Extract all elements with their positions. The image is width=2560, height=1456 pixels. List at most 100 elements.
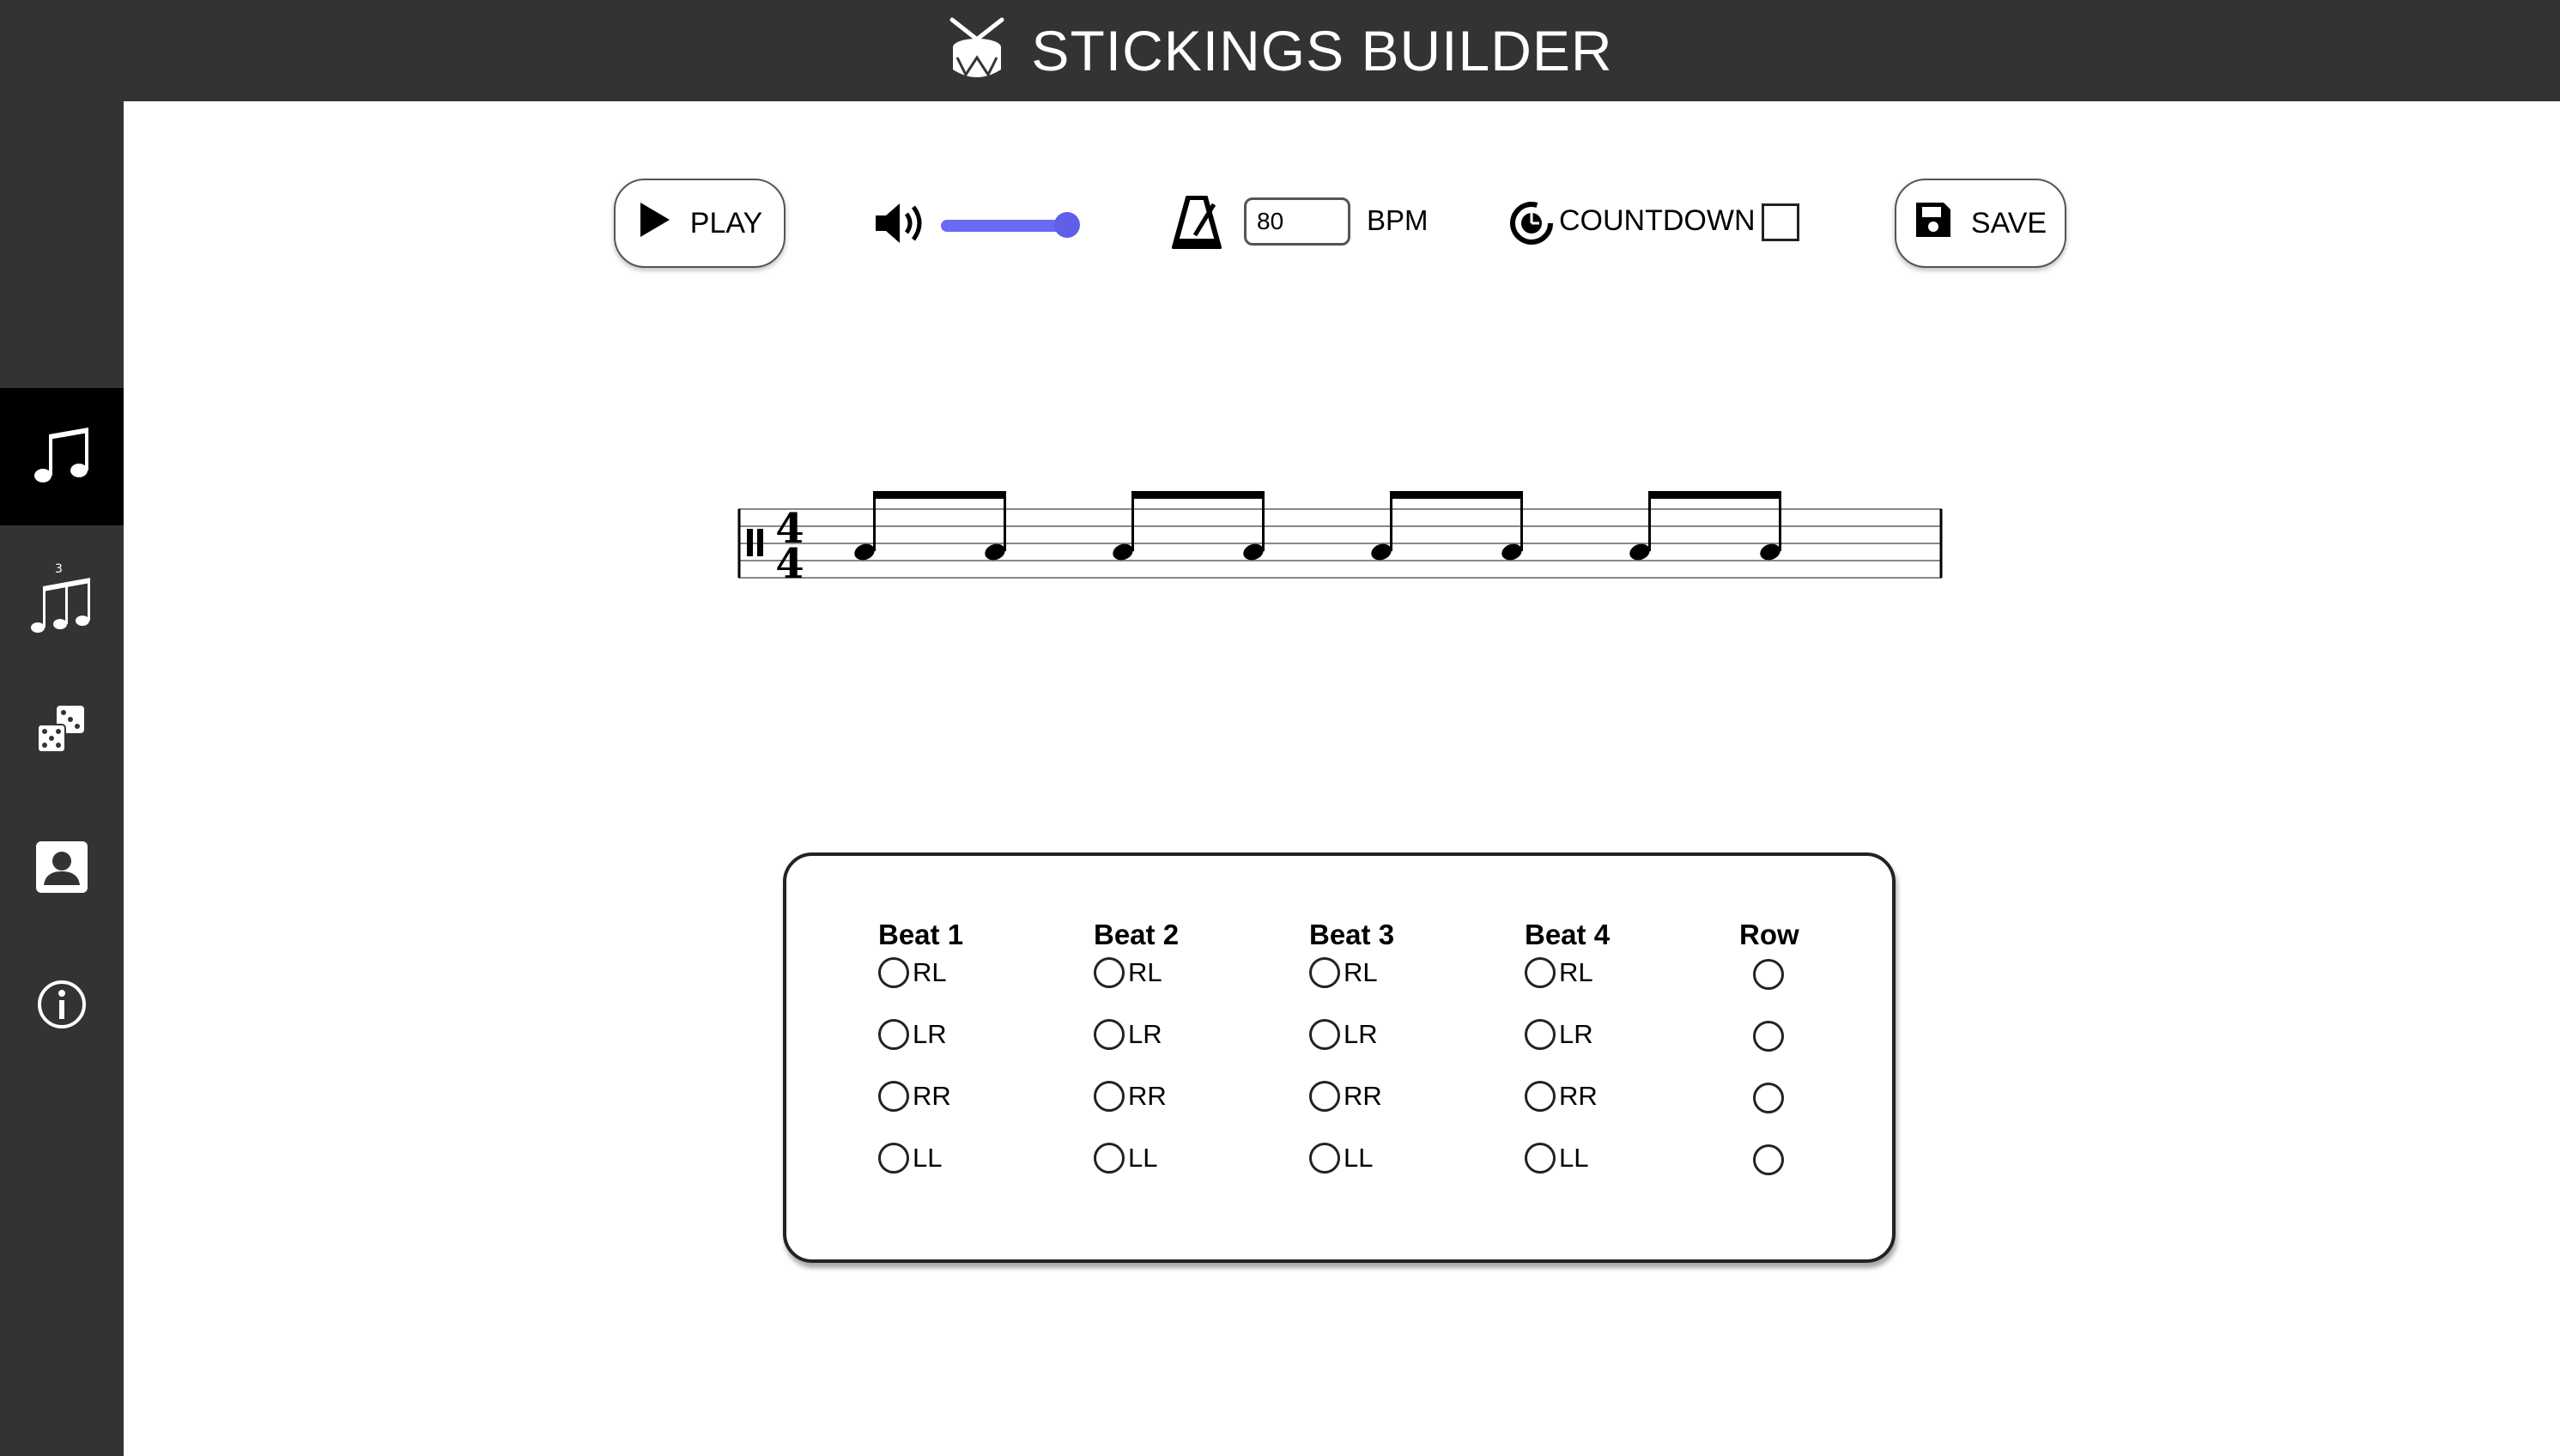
- radio-button[interactable]: [1309, 1081, 1340, 1112]
- radio-button[interactable]: [1525, 1019, 1556, 1050]
- radio-button[interactable]: [878, 1081, 909, 1112]
- note-beam: [1131, 491, 1265, 499]
- radio-button[interactable]: [1309, 1143, 1340, 1174]
- note-stem: [1262, 494, 1265, 551]
- sticking-option[interactable]: LL: [878, 1143, 942, 1174]
- sticking-option[interactable]: LL: [1094, 1143, 1157, 1174]
- sticking-option[interactable]: LL: [1525, 1143, 1588, 1174]
- sticking-option[interactable]: RR: [1094, 1081, 1167, 1112]
- note-stem: [1779, 494, 1781, 551]
- note-stem: [873, 494, 876, 551]
- info-icon: [36, 979, 88, 1034]
- radio-button[interactable]: [1094, 1019, 1125, 1050]
- sticking-option[interactable]: RL: [1309, 957, 1378, 988]
- save-button[interactable]: SAVE: [1895, 179, 2066, 268]
- note-stem: [1004, 494, 1006, 551]
- radio-button[interactable]: [1525, 1081, 1556, 1112]
- sidebar-item-info[interactable]: [0, 937, 124, 1075]
- sticking-label: LL: [1344, 1143, 1374, 1173]
- radio-button[interactable]: [1094, 957, 1125, 988]
- app-header: STICKINGS BUILDER: [0, 0, 2560, 101]
- radio-button[interactable]: [1525, 1143, 1556, 1174]
- sidebar-item-random[interactable]: [0, 663, 124, 800]
- radio-button[interactable]: [1309, 957, 1340, 988]
- sticking-label: RR: [913, 1081, 951, 1111]
- sticking-option[interactable]: RL: [1525, 957, 1593, 988]
- play-icon: [637, 201, 671, 246]
- dice-icon: [36, 704, 88, 760]
- sticking-option[interactable]: LR: [1525, 1019, 1593, 1050]
- sticking-label: LR: [1128, 1019, 1162, 1049]
- row-radio-button[interactable]: [1753, 959, 1784, 990]
- beat-header: Beat 2: [1094, 919, 1180, 950]
- radio-button[interactable]: [878, 1143, 909, 1174]
- metronome-icon: [1171, 195, 1222, 253]
- radio-button[interactable]: [878, 957, 909, 988]
- beat-header: Beat 3: [1309, 919, 1395, 950]
- sticking-label: LR: [1559, 1019, 1593, 1049]
- sticking-label: RL: [913, 957, 947, 987]
- sticking-label: LL: [913, 1143, 943, 1173]
- sticking-label: RR: [1344, 1081, 1382, 1111]
- radio-button[interactable]: [1309, 1019, 1340, 1050]
- triplet-notes-icon: 3: [27, 561, 96, 642]
- play-button[interactable]: PLAY: [614, 179, 786, 268]
- sticking-label: RL: [1128, 957, 1162, 987]
- sticking-option[interactable]: LR: [1309, 1019, 1378, 1050]
- bpm-label: BPM: [1367, 204, 1429, 236]
- row-radio-button[interactable]: [1753, 1021, 1784, 1052]
- row-radio-button[interactable]: [1753, 1144, 1784, 1175]
- row-header: Row: [1739, 919, 1799, 950]
- time-signature-bottom: 4: [775, 540, 804, 588]
- sticking-label: RR: [1128, 1081, 1167, 1111]
- sticking-option[interactable]: RR: [878, 1081, 951, 1112]
- sticking-label: LR: [913, 1019, 947, 1049]
- beat-header: Beat 4: [1525, 919, 1611, 950]
- music-note-icon: [29, 422, 94, 492]
- volume-icon[interactable]: [874, 200, 927, 251]
- beat-header: Beat 1: [878, 919, 964, 950]
- countdown-checkbox[interactable]: [1762, 203, 1799, 241]
- sidebar-item-contact[interactable]: [0, 800, 124, 937]
- note-beam: [1648, 491, 1781, 499]
- sticking-option[interactable]: RR: [1309, 1081, 1382, 1112]
- sticking-option[interactable]: LR: [878, 1019, 947, 1050]
- radio-button[interactable]: [1094, 1143, 1125, 1174]
- sticking-option[interactable]: LR: [1094, 1019, 1162, 1050]
- bpm-input[interactable]: [1244, 197, 1350, 246]
- note-beam: [1390, 491, 1523, 499]
- countdown-timer-icon: [1507, 197, 1556, 250]
- play-label: PLAY: [689, 206, 763, 240]
- staff-notation: 4 4: [737, 491, 1943, 588]
- sidebar-item-notes[interactable]: [0, 388, 124, 525]
- sticking-label: RR: [1559, 1081, 1598, 1111]
- save-icon: [1914, 201, 1952, 246]
- svg-text:3: 3: [55, 562, 63, 576]
- sticking-label: RL: [1344, 957, 1378, 987]
- sticking-label: LL: [1128, 1143, 1158, 1173]
- contact-card-icon: [35, 840, 88, 898]
- radio-button[interactable]: [878, 1019, 909, 1050]
- radio-button[interactable]: [1525, 957, 1556, 988]
- sidebar-item-triplets[interactable]: 3: [0, 532, 124, 670]
- volume-slider-thumb[interactable]: [1054, 212, 1080, 238]
- note-stem: [1520, 494, 1523, 551]
- sticking-label: LL: [1559, 1143, 1589, 1173]
- volume-slider[interactable]: [941, 220, 1070, 232]
- note-stem: [1390, 494, 1392, 551]
- sticking-label: RL: [1559, 957, 1593, 987]
- sticking-option[interactable]: RL: [1094, 957, 1162, 988]
- drum-icon: [947, 16, 1007, 86]
- app-title: STICKINGS BUILDER: [1031, 19, 1613, 82]
- sticking-option[interactable]: RR: [1525, 1081, 1598, 1112]
- sticking-option[interactable]: LL: [1309, 1143, 1373, 1174]
- countdown-label: COUNTDOWN: [1559, 204, 1756, 237]
- row-radio-button[interactable]: [1753, 1083, 1784, 1113]
- radio-button[interactable]: [1094, 1081, 1125, 1112]
- save-label: SAVE: [1970, 206, 2047, 240]
- note-stem: [1131, 494, 1134, 551]
- staff-lines: [738, 508, 1942, 579]
- note-beam: [873, 491, 1006, 499]
- note-stem: [1648, 494, 1651, 551]
- sticking-option[interactable]: RL: [878, 957, 947, 988]
